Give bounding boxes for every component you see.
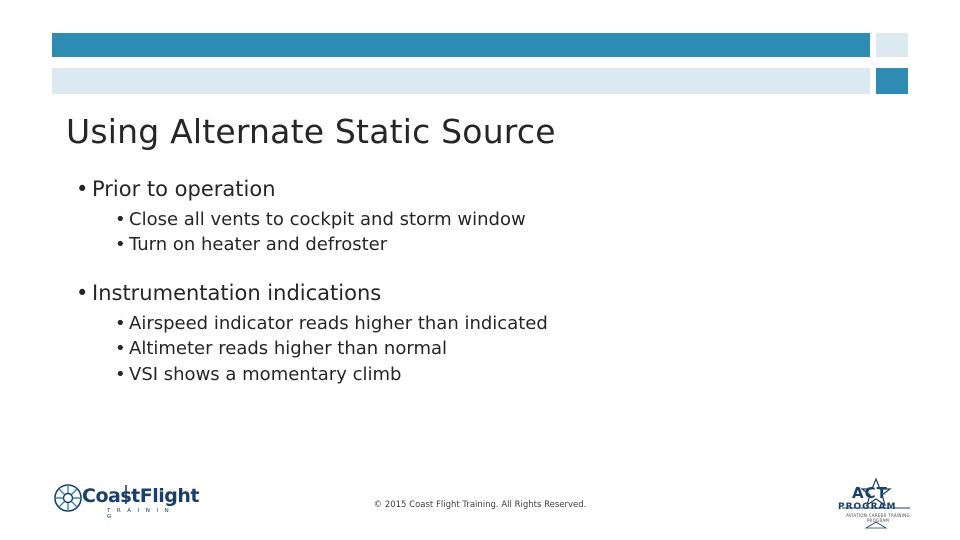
header-light-bar-right-cap <box>876 68 908 94</box>
bullet-level2-text: Altimeter reads higher than normal <box>129 338 448 360</box>
bullet-level1: • Instrumentation indications <box>66 280 896 308</box>
bullet-level2-text: VSI shows a momentary climb <box>129 363 402 385</box>
bullet-level2: • Airspeed indicator reads higher than in… <box>66 311 896 337</box>
bullet-glyph-icon: • <box>76 280 89 305</box>
bullet-level2-text: Close all vents to cockpit and storm win… <box>129 208 526 230</box>
bullet-level2: • VSI shows a momentary climb <box>66 362 896 388</box>
bullet-level2-text: Airspeed indicator reads higher than ind… <box>129 312 548 334</box>
act-logo-subtext: PROGRAM <box>838 502 897 512</box>
bullet-glyph-icon: • <box>115 208 126 230</box>
slide-body: • Prior to operation • Close all vents to … <box>66 176 896 401</box>
bullet-group: • Prior to operation • Close all vents to … <box>66 176 896 258</box>
bullet-group: • Instrumentation indications • Airspeed i… <box>66 280 896 387</box>
bullet-level1-text: Instrumentation indications <box>92 280 382 305</box>
act-logo-tagline: AVIATION CAREER TRAINING PROGRAM <box>846 513 910 524</box>
bullet-level2: • Turn on heater and defroster <box>66 232 896 258</box>
bullet-level1: • Prior to operation <box>66 176 896 204</box>
bullet-level2: • Close all vents to cockpit and storm wi… <box>66 207 896 233</box>
act-logo: ACT PROGRAM AVIATION CAREER TRAINING PRO… <box>830 477 922 530</box>
act-logo-text: ACT <box>852 484 888 502</box>
bullet-glyph-icon: • <box>115 338 126 360</box>
bullet-level2-text: Turn on heater and defroster <box>129 234 388 256</box>
bullet-level2: • Altimeter reads higher than normal <box>66 336 896 362</box>
bullet-glyph-icon: • <box>115 363 126 385</box>
header-accent-bar <box>52 33 870 57</box>
page-title: Using Alternate Static Source <box>66 112 556 151</box>
coastflight-logo-text: CoastFlight <box>82 485 199 507</box>
bullet-glyph-icon: • <box>115 234 126 256</box>
coastflight-logo-tagline: T R A I N I N G <box>107 508 172 520</box>
bullet-glyph-icon: • <box>115 312 126 334</box>
bullet-level1-text: Prior to operation <box>92 177 276 201</box>
header-accent-bar-right-cap <box>876 33 908 57</box>
bullet-glyph-icon: • <box>76 177 89 201</box>
header-light-bar <box>52 68 870 94</box>
coastflight-logo: CoastFlight T R A I N I N G <box>52 482 199 522</box>
